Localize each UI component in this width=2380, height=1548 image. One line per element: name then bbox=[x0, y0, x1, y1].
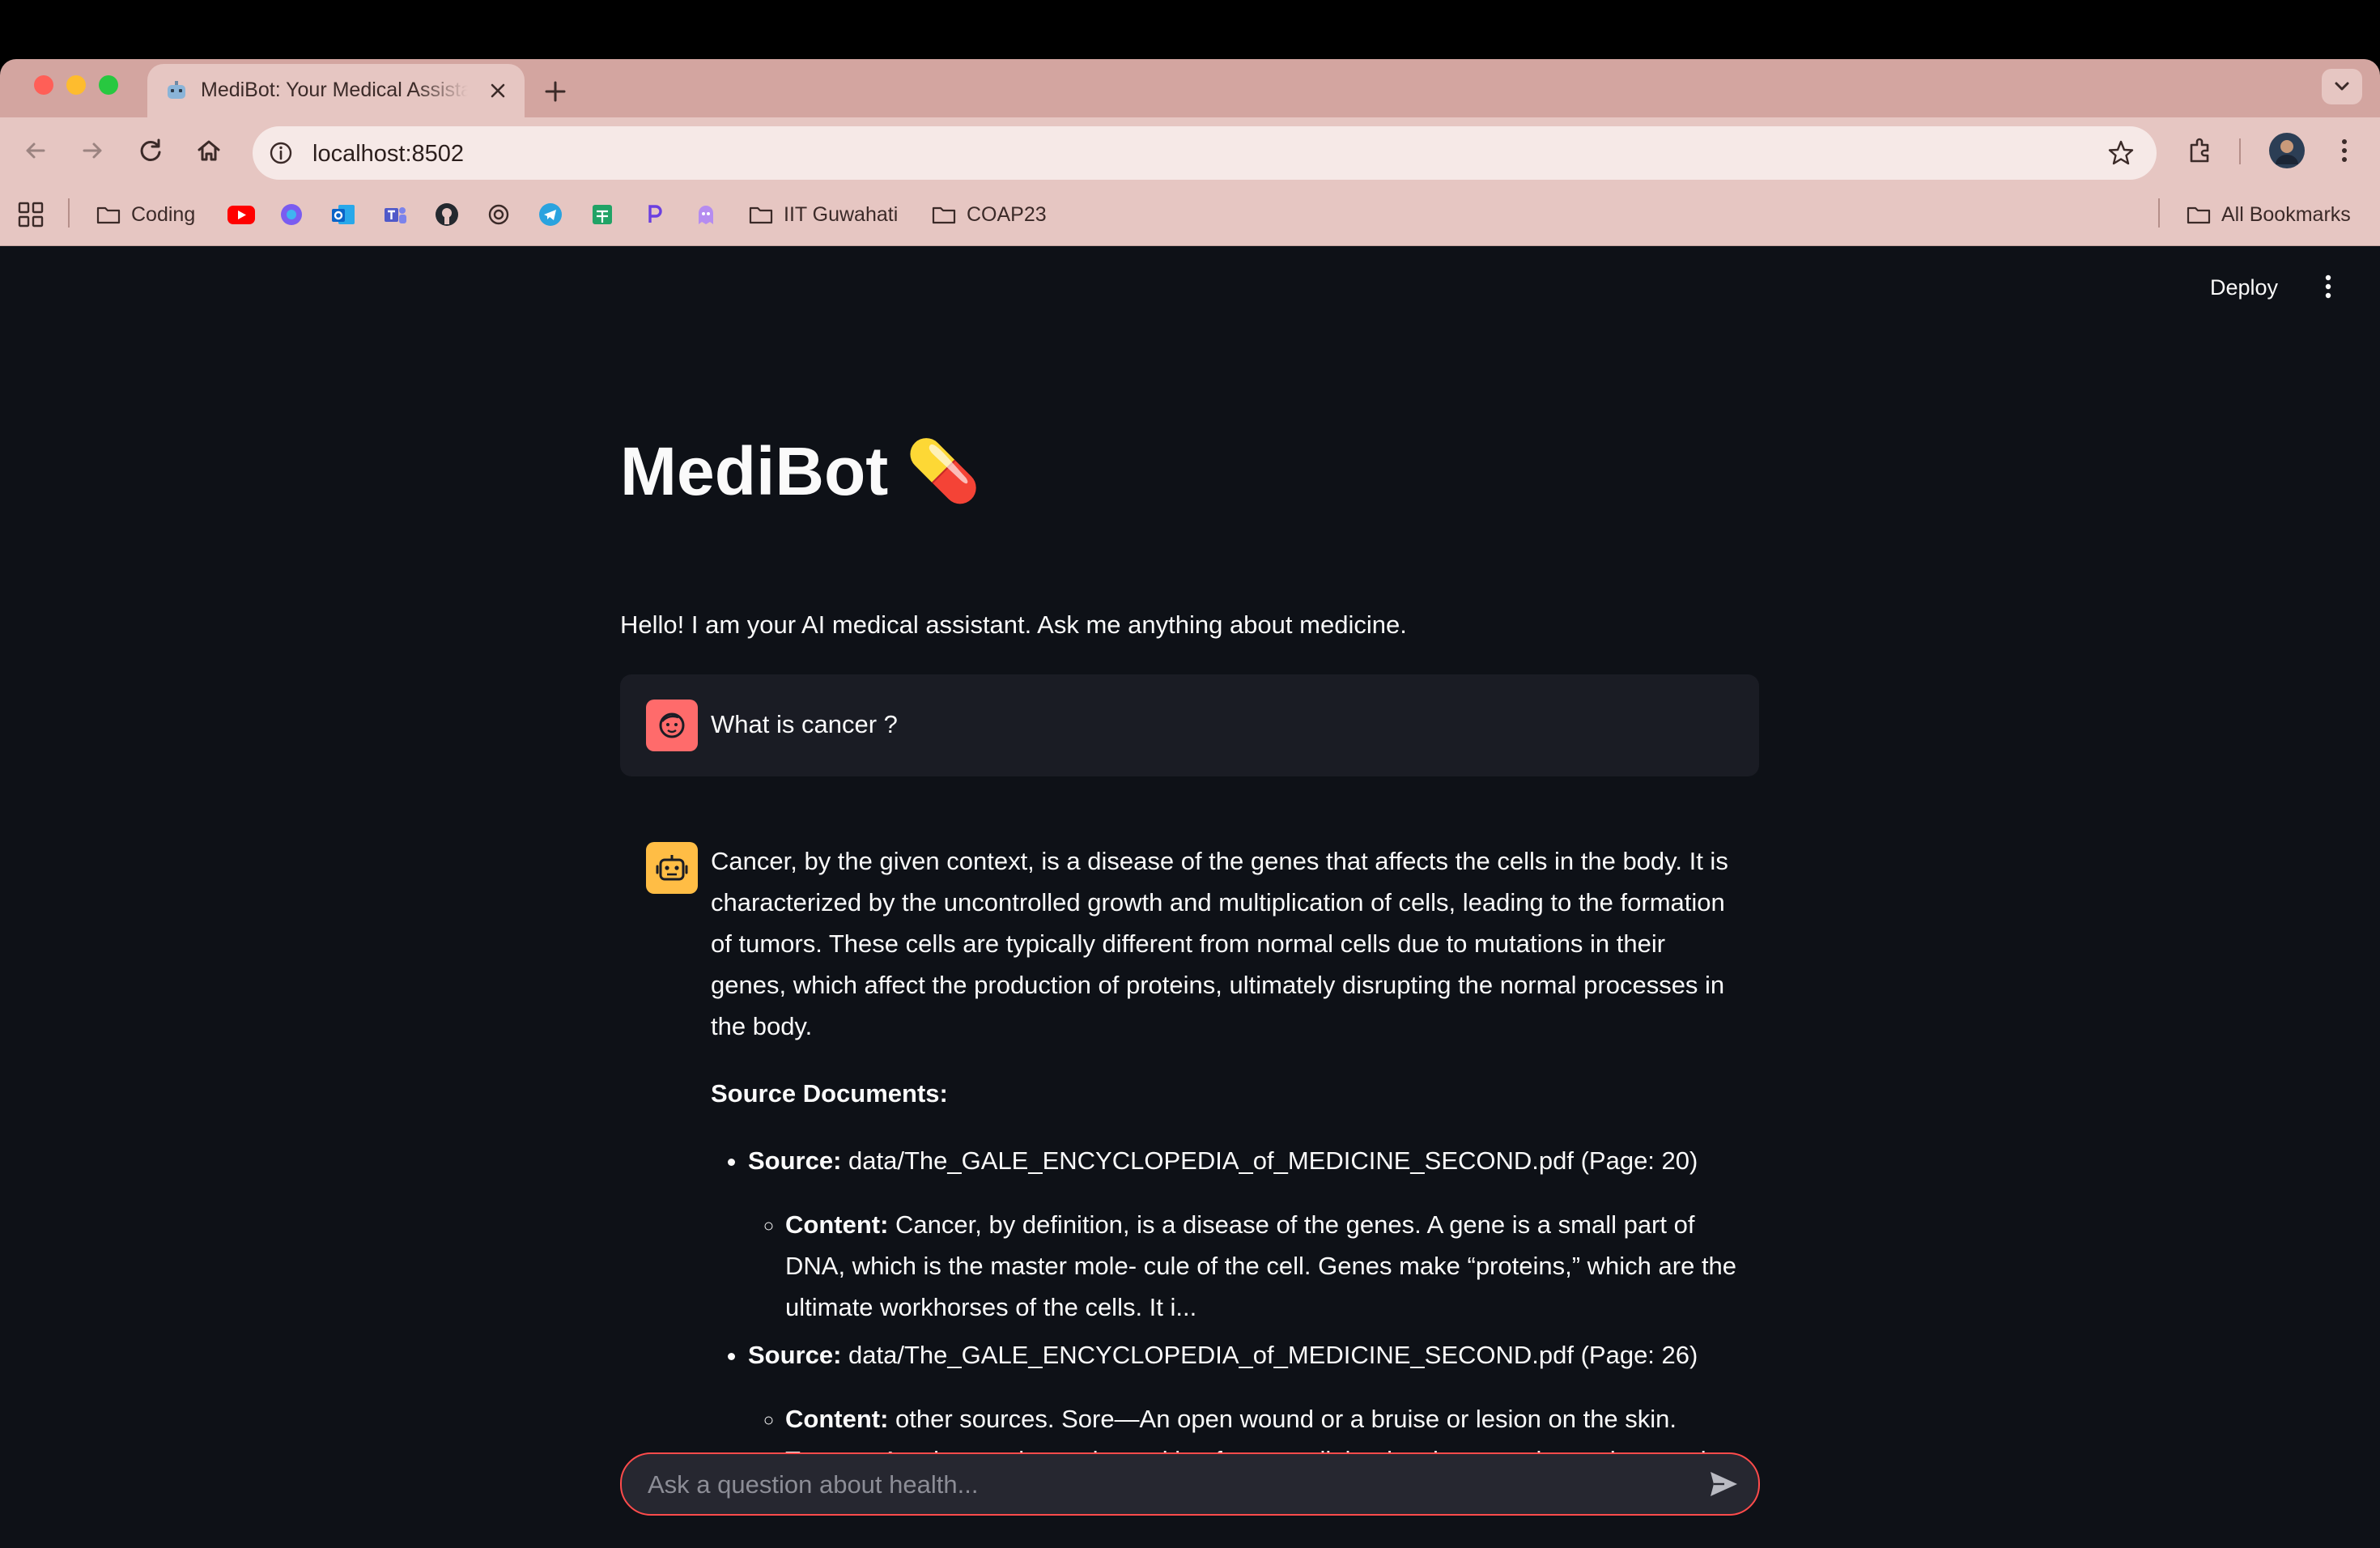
content-label: Content: bbox=[785, 1405, 889, 1433]
page-subtitle: Hello! I am your AI medical assistant. A… bbox=[620, 610, 1407, 639]
window-maximize-button[interactable] bbox=[99, 75, 118, 95]
source-list: Source: data/The_GALE_ENCYCLOPEDIA_of_ME… bbox=[711, 1140, 1739, 1457]
bookmark-folder-coding[interactable]: Coding bbox=[96, 200, 195, 229]
deploy-button[interactable]: Deploy bbox=[2210, 275, 2278, 300]
browser-window: MediBot: Your Medical Assistant localhos… bbox=[0, 59, 2380, 1548]
source-item: Source: data/The_GALE_ENCYCLOPEDIA_of_ME… bbox=[748, 1140, 1739, 1328]
all-bookmarks-button[interactable]: All Bookmarks bbox=[2186, 200, 2351, 229]
outlook-icon[interactable] bbox=[330, 202, 356, 228]
telegram-icon[interactable] bbox=[538, 202, 563, 228]
source-content-text: other sources. Sore—An open wound or a b… bbox=[785, 1405, 1706, 1457]
page-title-text: MediBot bbox=[620, 433, 889, 509]
assistant-chat-message: Cancer, by the given context, is a disea… bbox=[620, 826, 1759, 1457]
app-menu-icon[interactable] bbox=[2312, 270, 2344, 303]
profile-avatar[interactable] bbox=[2268, 132, 2306, 169]
address-bar[interactable]: localhost:8502 bbox=[253, 126, 2157, 180]
back-arrow-icon[interactable] bbox=[19, 134, 52, 167]
user-face-icon bbox=[659, 712, 685, 738]
sheets-icon[interactable] bbox=[589, 202, 615, 228]
source-path: data/The_GALE_ENCYCLOPEDIA_of_MEDICINE_S… bbox=[848, 1341, 1698, 1369]
url-text: localhost:8502 bbox=[312, 141, 465, 167]
source-label: Source: bbox=[748, 1146, 842, 1175]
teams-icon[interactable] bbox=[382, 202, 408, 228]
tab-search-button[interactable] bbox=[2322, 69, 2362, 104]
tab-title: MediBot: Your Medical Assistant bbox=[201, 79, 468, 101]
site-info-icon[interactable] bbox=[267, 139, 295, 167]
chevron-down-icon bbox=[2335, 82, 2349, 91]
bookmark-folder-iit-guwahati[interactable]: IIT Guwahati bbox=[748, 200, 898, 229]
bookmark-label: IIT Guwahati bbox=[784, 202, 899, 226]
all-bookmarks-label: All Bookmarks bbox=[2221, 202, 2351, 226]
user-chat-message: What is cancer ? bbox=[620, 674, 1759, 776]
bookmark-label: Coding bbox=[131, 202, 196, 226]
pill-emoji: 💊 bbox=[906, 437, 981, 504]
assistant-avatar bbox=[646, 842, 698, 894]
source-item: Source: data/The_GALE_ENCYCLOPEDIA_of_ME… bbox=[748, 1334, 1739, 1457]
user-avatar bbox=[646, 700, 698, 751]
source-content-item: Content: Cancer, by definition, is a dis… bbox=[785, 1204, 1739, 1328]
browser-tab-active[interactable]: MediBot: Your Medical Assistant bbox=[147, 64, 525, 117]
ghost-icon[interactable] bbox=[693, 202, 719, 228]
github-icon[interactable] bbox=[434, 202, 460, 228]
home-icon[interactable] bbox=[193, 134, 225, 167]
copilot-icon[interactable] bbox=[278, 202, 304, 228]
source-content-list: Content: other sources. Sore—An open wou… bbox=[748, 1398, 1739, 1457]
bookmarks-divider bbox=[68, 198, 70, 228]
toolbar-divider bbox=[2239, 138, 2241, 164]
folder-icon bbox=[932, 206, 956, 224]
user-message-text: What is cancer ? bbox=[711, 710, 898, 738]
robot-icon bbox=[656, 855, 688, 881]
browser-menu-icon[interactable] bbox=[2328, 134, 2361, 167]
chat-input-box bbox=[620, 1452, 1760, 1516]
chat-input[interactable] bbox=[646, 1465, 1653, 1504]
source-path: data/The_GALE_ENCYCLOPEDIA_of_MEDICINE_S… bbox=[848, 1146, 1698, 1175]
window-close-button[interactable] bbox=[34, 75, 53, 95]
youtube-icon[interactable] bbox=[227, 202, 256, 227]
source-content-list: Content: Cancer, by definition, is a dis… bbox=[748, 1204, 1739, 1328]
app-content: Deploy MediBot 💊 Hello! I am your AI med… bbox=[0, 246, 2380, 1548]
apps-grid-icon[interactable] bbox=[18, 202, 44, 228]
chatgpt-icon[interactable] bbox=[486, 202, 512, 228]
assistant-message-body: Cancer, by the given context, is a disea… bbox=[711, 840, 1739, 1457]
bookmark-label: COAP23 bbox=[967, 202, 1047, 226]
bookmarks-divider bbox=[2158, 198, 2160, 228]
content-label: Content: bbox=[785, 1210, 889, 1239]
close-tab-icon[interactable] bbox=[486, 79, 510, 103]
bookmark-star-icon[interactable] bbox=[2106, 138, 2136, 168]
assistant-answer-text: Cancer, by the given context, is a disea… bbox=[711, 847, 1728, 1040]
window-minimize-button[interactable] bbox=[66, 75, 86, 95]
extensions-icon[interactable] bbox=[2184, 134, 2216, 167]
folder-icon bbox=[2187, 206, 2211, 224]
bookmark-folder-coap23[interactable]: COAP23 bbox=[931, 200, 1047, 229]
source-content-item: Content: other sources. Sore—An open wou… bbox=[785, 1398, 1739, 1457]
folder-icon bbox=[96, 206, 121, 224]
robot-favicon-icon bbox=[168, 81, 185, 99]
reload-icon[interactable] bbox=[134, 134, 167, 167]
pingpong-icon[interactable] bbox=[641, 202, 667, 228]
source-documents-heading: Source Documents: bbox=[711, 1079, 948, 1108]
new-tab-icon[interactable] bbox=[541, 77, 570, 106]
bookmarks-bar: Coding IIT Guwahati COAP23 All Bookmarks bbox=[0, 184, 2380, 246]
send-icon[interactable] bbox=[1706, 1467, 1740, 1501]
tab-strip: MediBot: Your Medical Assistant bbox=[0, 59, 2380, 117]
page-title: MediBot 💊 bbox=[620, 432, 980, 511]
source-content-text: Cancer, by definition, is a disease of t… bbox=[785, 1210, 1737, 1321]
source-label: Source: bbox=[748, 1341, 842, 1369]
folder-icon bbox=[749, 206, 773, 224]
forward-arrow-icon[interactable] bbox=[76, 134, 108, 167]
